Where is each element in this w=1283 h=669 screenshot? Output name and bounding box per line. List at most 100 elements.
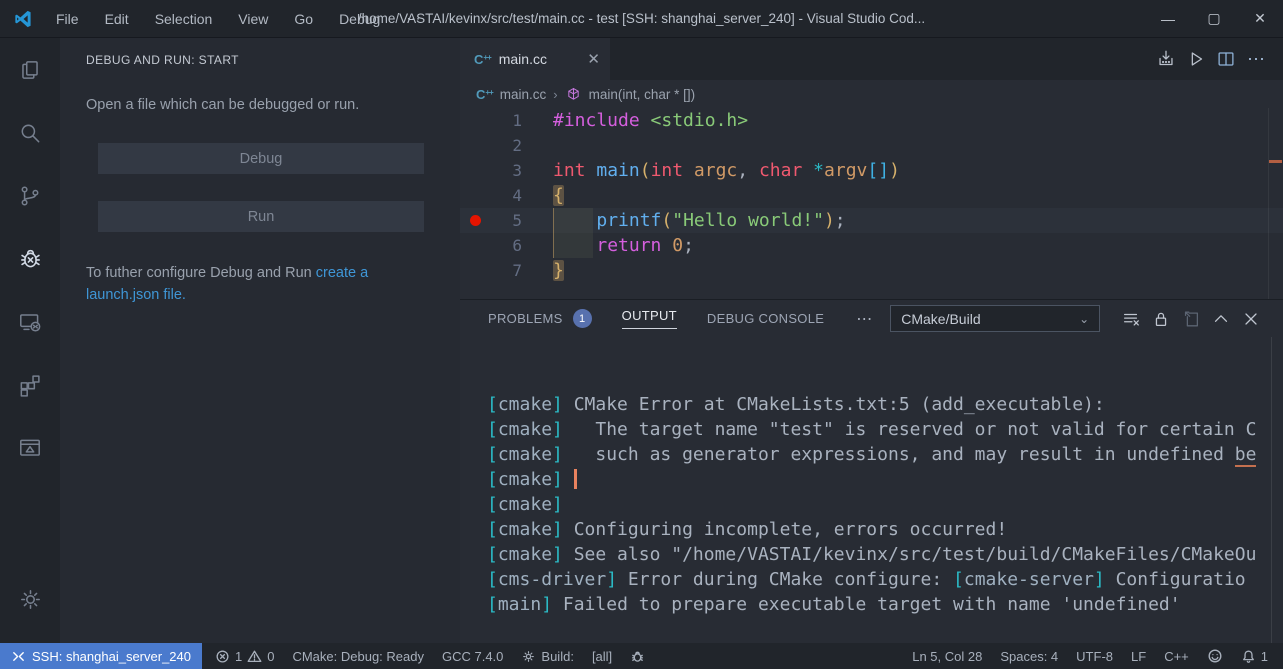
code-editor[interactable]: 1 #include <stdio.h> 2 3 int main(int argc, … (460, 108, 1283, 299)
bottom-panel: PROBLEMS 1 OUTPUT DEBUG CONSOLE ⋯ CMake/Bui… (460, 299, 1283, 643)
breakpoint-dot[interactable] (470, 215, 481, 226)
output-line: [cmake] Configuring incomplete, errors o… (487, 519, 1008, 540)
cpp-file-icon: C++ (474, 51, 492, 67)
tab-main-cc[interactable]: C++ main.cc ✕ (460, 38, 610, 80)
bug-icon (632, 651, 644, 662)
code-line-4[interactable]: 4{ (460, 183, 1283, 208)
split-editor-icon[interactable] (1211, 44, 1241, 74)
remote-explorer-icon[interactable] (0, 290, 60, 353)
gutter[interactable]: 1 (460, 108, 522, 133)
indentation[interactable]: Spaces: 4 (991, 643, 1067, 669)
code-line-7[interactable]: 7} (460, 258, 1283, 283)
build-button[interactable]: Build: (512, 643, 583, 669)
output-line: [cms-driver] Error during CMake configur… (487, 569, 1246, 590)
tab-label: main.cc (498, 51, 547, 67)
run-and-debug-icon[interactable] (0, 227, 60, 290)
close-panel-icon[interactable] (1236, 304, 1266, 334)
gear-icon (523, 650, 535, 662)
build-target[interactable]: [all] (583, 643, 621, 669)
notifications-bell[interactable]: 1 (1232, 643, 1277, 669)
menu-more[interactable]: ⋯ (393, 0, 433, 37)
overview-ruler[interactable] (1268, 108, 1283, 299)
maximize-panel-icon[interactable] (1206, 304, 1236, 334)
menu-file[interactable]: File (43, 0, 92, 37)
cmake-tools-icon[interactable] (0, 416, 60, 479)
menu-debug[interactable]: Debug (326, 0, 393, 37)
remote-indicator[interactable]: SSH: shanghai_server_240 (0, 643, 202, 669)
code-line-3[interactable]: 3 int main(int argc, char *argv[]) (460, 158, 1283, 183)
line-number: 2 (512, 136, 522, 155)
vscode-logo (15, 10, 31, 27)
language-mode[interactable]: C++ (1155, 643, 1198, 669)
run-file-icon[interactable] (1181, 44, 1211, 74)
remote-icon (13, 651, 24, 661)
close-button[interactable]: ✕ (1237, 0, 1283, 37)
extensions-icon[interactable] (0, 353, 60, 416)
explorer-icon[interactable] (0, 38, 60, 101)
more-actions-icon[interactable]: ⋯ (1241, 44, 1271, 74)
maximize-button[interactable]: ▢ (1191, 0, 1237, 37)
minimize-button[interactable]: — (1145, 0, 1191, 37)
remote-label: SSH: shanghai_server_240 (32, 648, 191, 664)
notification-count: 1 (1260, 648, 1268, 664)
panel-tab-problems[interactable]: PROBLEMS 1 (488, 309, 592, 328)
code-line-2[interactable]: 2 (460, 133, 1283, 158)
panel-tab-debug-console[interactable]: DEBUG CONSOLE (707, 311, 824, 326)
bell-icon (1242, 650, 1254, 663)
breadcrumb-symbol[interactable]: main(int, char * []) (589, 87, 696, 102)
run-button[interactable]: Run (98, 201, 424, 232)
gutter[interactable]: 7 (460, 258, 522, 283)
panel-more-icon[interactable]: ⋯ (856, 309, 872, 329)
breadcrumb-file[interactable]: main.cc (500, 87, 547, 102)
gutter[interactable]: 5 (460, 208, 522, 233)
output-scrollbar[interactable] (1271, 337, 1272, 643)
gutter[interactable]: 2 (460, 133, 522, 158)
feedback-smiley-icon[interactable] (1198, 643, 1232, 669)
cursor-position[interactable]: Ln 5, Col 28 (903, 643, 991, 669)
menu-go[interactable]: Go (281, 0, 326, 37)
status-bar: SSH: shanghai_server_240 1 0 CMake: Debu… (0, 643, 1283, 669)
source-control-icon[interactable] (0, 164, 60, 227)
debug-sidebar: DEBUG AND RUN: START Open a file which c… (60, 38, 460, 643)
menu-edit[interactable]: Edit (92, 0, 142, 37)
line-number: 1 (512, 111, 522, 130)
code-line-5[interactable]: 5 printf("Hello world!"); (460, 208, 1283, 233)
tab-close-icon[interactable]: ✕ (587, 50, 600, 68)
eol-sequence[interactable]: LF (1122, 643, 1155, 669)
warning-count: 0 (267, 648, 275, 664)
editor-actions: ⋯ (1151, 38, 1283, 80)
cmake-status[interactable]: CMake: Debug: Ready (283, 643, 433, 669)
panel-tab-output[interactable]: OUTPUT (621, 308, 677, 329)
chevron-down-icon: ⌄ (1079, 311, 1090, 326)
gutter[interactable]: 6 (460, 233, 522, 258)
encoding[interactable]: UTF-8 (1067, 643, 1122, 669)
problems-status[interactable]: 1 0 (206, 643, 283, 669)
tab-bar: C++ main.cc ✕ ⋯ (460, 38, 1283, 80)
output-channel-select[interactable]: CMake/Build ⌄ (890, 305, 1101, 332)
output-line: [cmake] such as generator expressions, a… (487, 444, 1257, 467)
selected-channel: CMake/Build (901, 310, 981, 327)
clear-output-icon[interactable] (1116, 304, 1146, 334)
gutter[interactable]: 3 (460, 158, 522, 183)
output-line: [cmake] (487, 467, 1283, 492)
search-icon[interactable] (0, 101, 60, 164)
settings-gear-icon[interactable] (0, 568, 60, 631)
output-line: [cmake] See also "/home/VASTAI/kevinx/sr… (487, 544, 1257, 565)
problems-badge: 1 (572, 309, 592, 328)
debug-button[interactable]: Debug (98, 143, 424, 174)
error-count: 1 (235, 648, 243, 664)
code-line-1[interactable]: 1 #include <stdio.h> (460, 108, 1283, 133)
output-console[interactable]: [cmake] CMake Error at CMakeLists.txt:5 … (460, 337, 1283, 643)
symbol-method-icon (567, 87, 579, 100)
code-line-6[interactable]: 6 return 0; (460, 233, 1283, 258)
sidebar-message: Open a file which can be debugged or run… (86, 97, 360, 113)
compiler-kit[interactable]: GCC 7.4.0 (433, 643, 512, 669)
menu-view[interactable]: View (225, 0, 281, 37)
line-number: 4 (512, 186, 522, 205)
gutter[interactable]: 4 (460, 183, 522, 208)
debug-target-button[interactable] (621, 643, 654, 669)
activity-bar (0, 38, 60, 643)
build-install-icon[interactable] (1151, 44, 1181, 74)
menu-selection[interactable]: Selection (142, 0, 226, 37)
scroll-lock-icon[interactable] (1146, 304, 1176, 334)
